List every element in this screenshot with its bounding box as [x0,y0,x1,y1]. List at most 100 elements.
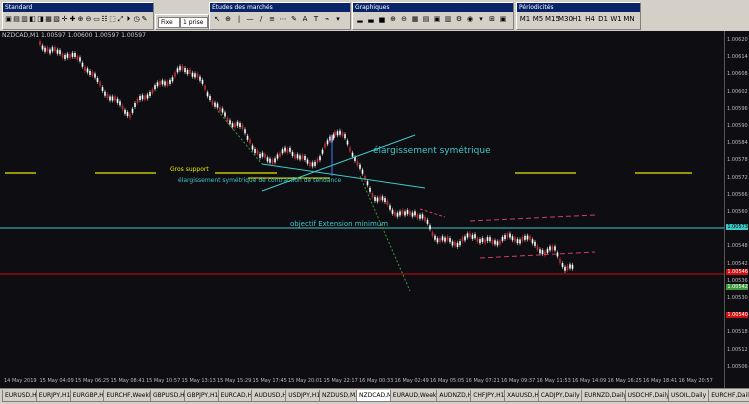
chart-tab[interactable]: USDJPY,H1 [285,390,320,402]
candle-body [434,235,436,240]
candle-body [49,49,51,54]
standard-toolbar-button-10[interactable]: ⊖ [85,15,92,24]
periods-toolbar-button-1[interactable]: M5 [532,15,544,24]
periods-toolbar-button-5[interactable]: H4 [584,15,596,24]
chart-tab[interactable]: AUDUSD,H1 [251,390,287,402]
chart-tab[interactable]: EURCHF,Weekly [103,390,151,402]
candle-body [119,101,121,106]
candle-body [246,135,249,140]
standard-toolbar-button-7[interactable]: ✛ [61,15,68,24]
candle-body [519,239,521,244]
chart-tab[interactable]: EURAUD,Weekly [389,390,438,402]
chart-tab[interactable]: EURNZD,Daily [581,390,626,402]
graphics-toolbar-button-12[interactable]: ⊞ [487,15,497,24]
green-dotted-line [217,110,263,165]
chart-tab[interactable]: GBPUSD,H1 [150,390,185,402]
chart-tab[interactable]: EURUSD,H1 [2,390,37,402]
standard-toolbar-button-8[interactable]: ✚ [69,15,76,24]
chart-tab[interactable]: EURCHF,Daily [708,390,749,402]
timeframe-combo-2[interactable]: 1 prise [180,17,208,28]
standard-toolbar-button-17[interactable]: ✎ [141,15,148,24]
periods-toolbar-button-0[interactable]: M1 [519,15,531,24]
time-tick: 15 May 13:13 [181,378,216,384]
candle-body [361,169,364,174]
standard-toolbar-button-4[interactable]: ◨ [37,15,44,24]
candle-body [309,162,311,167]
drawing-toolbar-button-2[interactable]: | [234,15,244,24]
periods-toolbar-button-7[interactable]: W1 [610,15,622,24]
graphics-toolbar-button-5[interactable]: ▦ [410,15,420,24]
periods-toolbar-button-6[interactable]: D1 [597,15,609,24]
candle-body [341,132,344,137]
standard-toolbar-button-3[interactable]: ◧ [29,15,36,24]
candle-body [486,237,489,242]
graphics-toolbar-button-9[interactable]: ⚙ [454,15,464,24]
standard-toolbar-button-13[interactable]: ⬚ [109,15,116,24]
graphics-toolbar-button-3[interactable]: ⊕ [388,15,398,24]
candle-body [224,112,226,117]
graphics-toolbar-button-1[interactable]: ▃ [366,15,376,24]
candle-body [554,246,556,251]
candle-body [356,161,359,166]
candle-body [514,237,516,242]
chart-tab[interactable]: NZDCAD,M1 [356,390,391,402]
drawing-toolbar-button-7[interactable]: ✎ [289,15,299,24]
price-chart[interactable]: NZDCAD,M1 1.00597 1.00600 1.00597 1.0059… [0,31,749,388]
chart-tab[interactable]: CADJPY,Daily [537,390,583,402]
chart-tab[interactable]: CHFJPY,H1 [470,390,505,402]
chart-tab[interactable]: EURCAD,H1 [217,390,253,402]
graphics-toolbar-button-8[interactable]: ▥ [443,15,453,24]
drawing-toolbar-button-10[interactable]: ⌁ [322,15,332,24]
standard-toolbar-button-2[interactable]: ▥ [21,15,28,24]
chart-tab[interactable]: AUDNZD,H1 [436,390,472,402]
graphics-toolbar-button-11[interactable]: ▾ [476,15,486,24]
periods-toolbar-button-3[interactable]: M30 [558,15,573,24]
graphics-toolbar-button-2[interactable]: ▅ [377,15,387,24]
drawing-toolbar-button-4[interactable]: / [256,15,266,24]
graphics-toolbar: Graphiques ▂ ▃ ▅ ⊕ ⊖ ▦ ▤ ▣ ▥ ⚙ ◉ ▾ ⊞ ▣ [352,2,514,30]
standard-toolbar-button-5[interactable]: ▦ [45,15,52,24]
chart-tab[interactable]: USOIL,Daily [668,390,710,402]
standard-toolbar-button-12[interactable]: ☷ [101,15,108,24]
graphics-toolbar-button-6[interactable]: ▤ [421,15,431,24]
chart-tab[interactable]: EURJPY,H1 [35,390,71,402]
drawing-toolbar-button-9[interactable]: T [311,15,321,24]
periods-toolbar-button-2[interactable]: M15 [545,15,560,24]
periods-toolbar-button-4[interactable]: H1 [571,15,583,24]
drawing-toolbar-button-0[interactable]: ↖ [212,15,222,24]
graphics-toolbar-button-10[interactable]: ◉ [465,15,475,24]
standard-toolbar-button-6[interactable]: ▧ [53,15,60,24]
green-support-label: Gros support [170,166,209,173]
candle-body [366,181,369,186]
chart-tab[interactable]: NZDUSD,M30 [319,390,357,402]
drawing-toolbar-button-5[interactable]: ≡ [267,15,277,24]
drawing-toolbar-button-1[interactable]: ⊕ [223,15,233,24]
candle-body [476,237,479,242]
drawing-toolbar-button-11[interactable]: ▾ [333,15,343,24]
candle-body [389,205,391,210]
standard-toolbar-button-15[interactable]: ⏵ [125,15,132,24]
standard-toolbar-button-0[interactable]: ▣ [5,15,12,24]
time-tick: 15 May 15:29 [217,378,252,384]
chart-tab[interactable]: EURGBP,H1 [69,390,105,402]
drawing-toolbar-button-3[interactable]: — [245,15,255,24]
drawing-toolbar-button-8[interactable]: A [300,15,310,24]
standard-toolbar-button-11[interactable]: ▭ [93,15,100,24]
chart-tab[interactable]: GBPJPY,H1 [183,390,219,402]
chart-tab[interactable]: USDCHF,Daily [624,390,669,402]
graphics-toolbar-button-4[interactable]: ⊖ [399,15,409,24]
standard-toolbar-button-14[interactable]: ⤢ [117,15,124,24]
graphics-toolbar-button-13[interactable]: ▣ [498,15,508,24]
candle-body [559,258,561,263]
graphics-toolbar-button-7[interactable]: ▣ [432,15,442,24]
candle-body [94,73,96,78]
drawing-toolbar-button-6[interactable]: ⋯ [278,15,288,24]
standard-toolbar-button-9[interactable]: ⊕ [77,15,84,24]
chart-tab[interactable]: XAUUSD,H1 [504,390,539,402]
timeframe-combo[interactable]: Fixe [158,17,180,28]
periods-toolbar-button-8[interactable]: MN [623,15,635,24]
standard-toolbar-button-1[interactable]: ▤ [13,15,20,24]
standard-toolbar-button-16[interactable]: ◷ [133,15,140,24]
graphics-toolbar-button-0[interactable]: ▂ [355,15,365,24]
candle-body [69,54,71,59]
